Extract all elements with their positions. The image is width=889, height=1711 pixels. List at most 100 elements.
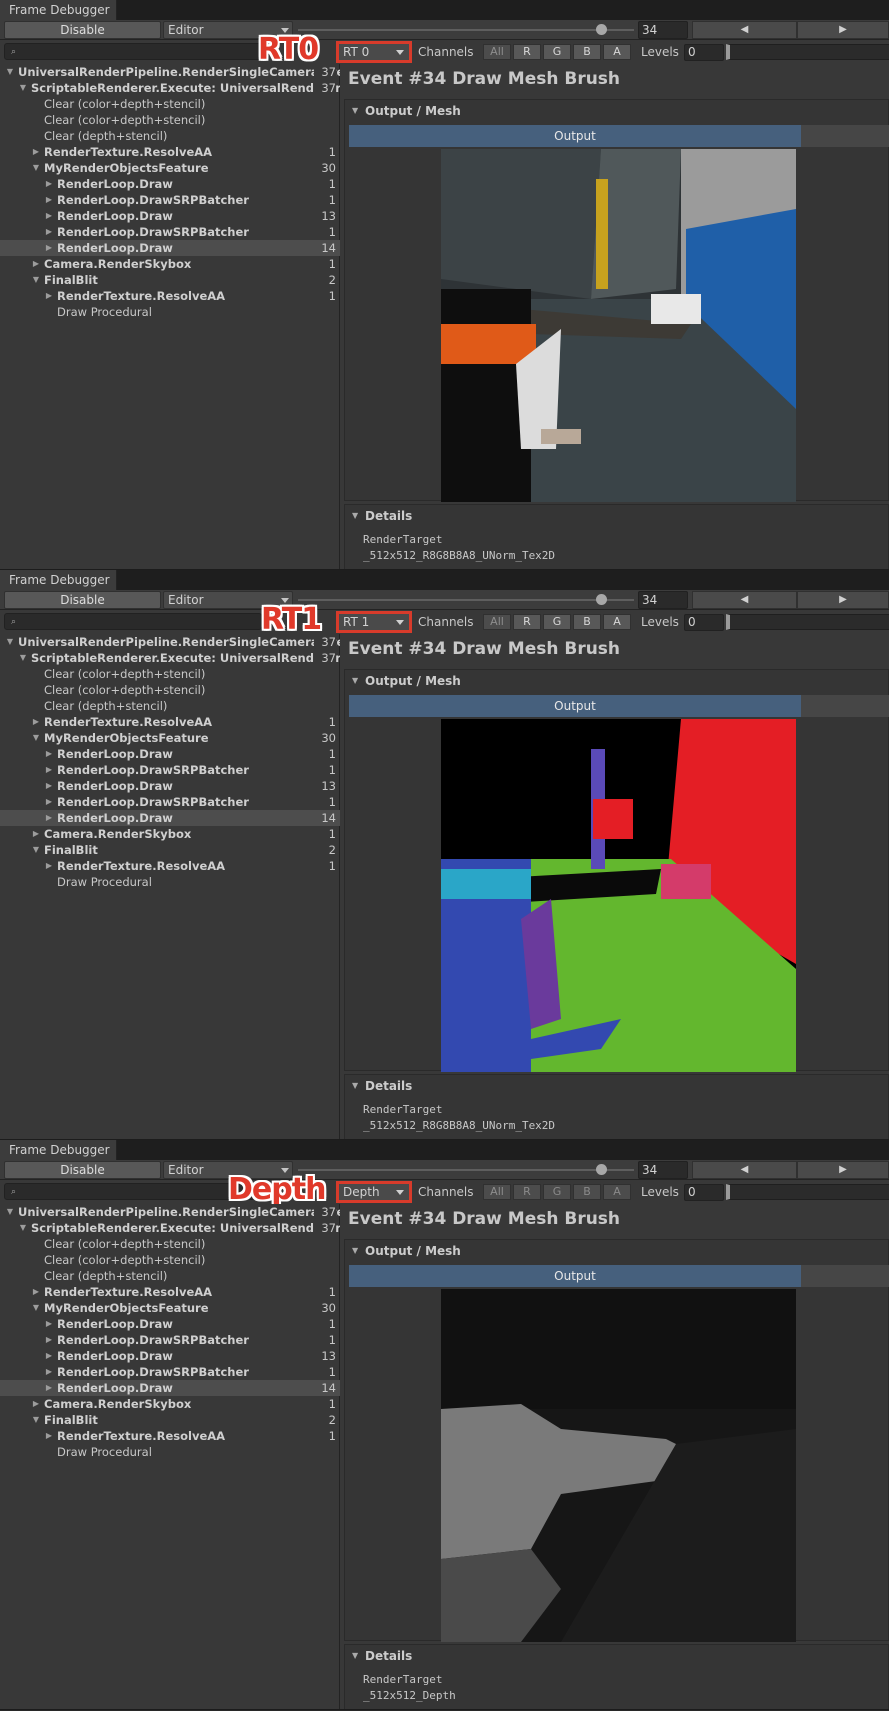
collapsed-arrow-icon[interactable]: ▶ <box>31 1396 41 1412</box>
tree-row[interactable]: ▶ Camera.RenderSkybox 1 <box>0 1396 340 1412</box>
render-target-dropdown[interactable]: RT 1 <box>336 611 412 633</box>
levels-range-slider[interactable] <box>726 614 889 630</box>
tree-row[interactable]: ▶ RenderTexture.ResolveAA 1 <box>0 144 340 160</box>
tree-row[interactable]: ▶ RenderLoop.Draw 13 <box>0 778 340 794</box>
search-input[interactable]: ⌕ <box>4 613 262 630</box>
tree-row[interactable]: ▼ ScriptableRenderer.Execute: UniversalRe… <box>0 1220 340 1236</box>
tree-row[interactable]: ▼ ScriptableRenderer.Execute: UniversalRe… <box>0 80 340 96</box>
tree-row[interactable]: ▼ MyRenderObjectsFeature 30 <box>0 730 340 746</box>
expanded-arrow-icon[interactable]: ▼ <box>31 160 41 176</box>
tree-row[interactable]: ▼ FinalBlit 2 <box>0 1412 340 1428</box>
channel-all-button[interactable]: All <box>483 44 511 60</box>
event-number-field[interactable]: 34 <box>638 591 688 609</box>
window-tab[interactable]: Frame Debugger <box>0 570 117 590</box>
tree-row[interactable]: ▶ RenderLoop.Draw 14 <box>0 240 340 256</box>
event-number-field[interactable]: 34 <box>638 21 688 39</box>
collapsed-arrow-icon[interactable]: ▶ <box>44 192 54 208</box>
tree-row[interactable]: ▼ FinalBlit 2 <box>0 842 340 858</box>
window-tab[interactable]: Frame Debugger <box>0 0 117 20</box>
collapsed-arrow-icon[interactable]: ▶ <box>44 810 54 826</box>
disable-button[interactable]: Disable <box>4 21 161 39</box>
tree-row[interactable]: ▶ RenderLoop.Draw 1 <box>0 746 340 762</box>
collapsed-arrow-icon[interactable]: ▶ <box>44 288 54 304</box>
render-target-dropdown[interactable]: RT 0 <box>336 41 412 63</box>
tree-row[interactable]: Clear (color+depth+stencil) <box>0 112 340 128</box>
levels-range-slider[interactable] <box>726 44 889 60</box>
tree-row[interactable]: Clear (color+depth+stencil) <box>0 682 340 698</box>
tree-row[interactable]: ▶ RenderTexture.ResolveAA 1 <box>0 1428 340 1444</box>
channel-a-button[interactable]: A <box>603 614 631 630</box>
collapsed-arrow-icon[interactable]: ▶ <box>44 1364 54 1380</box>
tree-row[interactable]: ▶ RenderTexture.ResolveAA 1 <box>0 1284 340 1300</box>
event-slider-track[interactable] <box>298 599 634 601</box>
collapsed-arrow-icon[interactable]: ▶ <box>44 762 54 778</box>
channel-g-button[interactable]: G <box>543 44 571 60</box>
channel-all-button[interactable]: All <box>483 1184 511 1200</box>
channel-b-button[interactable]: B <box>573 44 601 60</box>
expanded-arrow-icon[interactable]: ▼ <box>31 272 41 288</box>
channel-g-button[interactable]: G <box>543 1184 571 1200</box>
event-slider-thumb[interactable] <box>596 594 607 605</box>
tree-row[interactable]: ▶ RenderLoop.Draw 14 <box>0 810 340 826</box>
next-event-button[interactable]: ▶ <box>797 1161 889 1179</box>
collapsed-arrow-icon[interactable]: ▶ <box>44 778 54 794</box>
channel-r-button[interactable]: R <box>513 1184 541 1200</box>
collapsed-arrow-icon[interactable]: ▶ <box>44 794 54 810</box>
prev-event-button[interactable]: ◀ <box>692 591 797 609</box>
tree-row[interactable]: ▶ RenderLoop.DrawSRPBatcher 1 <box>0 224 340 240</box>
tree-row[interactable]: Clear (color+depth+stencil) <box>0 96 340 112</box>
collapsed-arrow-icon[interactable]: ▶ <box>44 1428 54 1444</box>
collapsed-arrow-icon[interactable]: ▶ <box>31 714 41 730</box>
event-slider-thumb[interactable] <box>596 24 607 35</box>
channel-r-button[interactable]: R <box>513 614 541 630</box>
tree-row[interactable]: ▶ RenderLoop.DrawSRPBatcher 1 <box>0 794 340 810</box>
channel-a-button[interactable]: A <box>603 1184 631 1200</box>
window-tab[interactable]: Frame Debugger <box>0 1140 117 1160</box>
levels-input[interactable]: 0 <box>684 1184 724 1201</box>
channel-b-button[interactable]: B <box>573 614 601 630</box>
tree-row[interactable]: ▶ RenderLoop.Draw 1 <box>0 1316 340 1332</box>
collapsed-arrow-icon[interactable]: ▶ <box>44 1380 54 1396</box>
tree-row[interactable]: ▶ RenderLoop.DrawSRPBatcher 1 <box>0 762 340 778</box>
output-section-header[interactable]: ▼ Output / Mesh <box>345 670 889 692</box>
expanded-arrow-icon[interactable]: ▼ <box>31 842 41 858</box>
details-section-header[interactable]: ▼ Details <box>345 1645 889 1667</box>
tree-row[interactable]: Clear (color+depth+stencil) <box>0 1252 340 1268</box>
levels-input[interactable]: 0 <box>684 44 724 61</box>
event-slider-thumb[interactable] <box>596 1164 607 1175</box>
expanded-arrow-icon[interactable]: ▼ <box>5 1204 15 1220</box>
output-tab[interactable]: Output <box>349 1265 801 1287</box>
tree-row[interactable]: ▼ MyRenderObjectsFeature 30 <box>0 1300 340 1316</box>
prev-event-button[interactable]: ◀ <box>692 1161 797 1179</box>
collapsed-arrow-icon[interactable]: ▶ <box>31 144 41 160</box>
expanded-arrow-icon[interactable]: ▼ <box>5 634 15 650</box>
tree-row[interactable]: ▶ RenderLoop.DrawSRPBatcher 1 <box>0 1364 340 1380</box>
tree-row[interactable]: Clear (depth+stencil) <box>0 1268 340 1284</box>
channel-all-button[interactable]: All <box>483 614 511 630</box>
expanded-arrow-icon[interactable]: ▼ <box>5 64 15 80</box>
channel-r-button[interactable]: R <box>513 44 541 60</box>
tree-row[interactable]: ▼ UniversalRenderPipeline.RenderSingleCam… <box>0 64 340 80</box>
collapsed-arrow-icon[interactable]: ▶ <box>44 240 54 256</box>
tree-row[interactable]: ▶ RenderLoop.Draw 13 <box>0 1348 340 1364</box>
tree-row[interactable]: ▶ RenderLoop.Draw 13 <box>0 208 340 224</box>
tree-row[interactable]: Clear (depth+stencil) <box>0 698 340 714</box>
tree-row[interactable]: ▶ RenderTexture.ResolveAA 1 <box>0 858 340 874</box>
levels-input[interactable]: 0 <box>684 614 724 631</box>
tree-row[interactable]: Clear (depth+stencil) <box>0 128 340 144</box>
tree-row[interactable]: Clear (color+depth+stencil) <box>0 1236 340 1252</box>
details-section-header[interactable]: ▼ Details <box>345 1075 889 1097</box>
collapsed-arrow-icon[interactable]: ▶ <box>31 826 41 842</box>
tree-row[interactable]: ▼ UniversalRenderPipeline.RenderSingleCam… <box>0 1204 340 1220</box>
tree-row[interactable]: ▶ RenderLoop.DrawSRPBatcher 1 <box>0 192 340 208</box>
collapsed-arrow-icon[interactable]: ▶ <box>44 1332 54 1348</box>
expanded-arrow-icon[interactable]: ▼ <box>18 1220 28 1236</box>
collapsed-arrow-icon[interactable]: ▶ <box>31 1284 41 1300</box>
tree-row[interactable]: ▶ Camera.RenderSkybox 1 <box>0 256 340 272</box>
collapsed-arrow-icon[interactable]: ▶ <box>44 1316 54 1332</box>
tree-row[interactable]: ▼ ScriptableRenderer.Execute: UniversalRe… <box>0 650 340 666</box>
collapsed-arrow-icon[interactable]: ▶ <box>44 208 54 224</box>
output-section-header[interactable]: ▼ Output / Mesh <box>345 1240 889 1262</box>
collapsed-arrow-icon[interactable]: ▶ <box>44 224 54 240</box>
expanded-arrow-icon[interactable]: ▼ <box>31 730 41 746</box>
